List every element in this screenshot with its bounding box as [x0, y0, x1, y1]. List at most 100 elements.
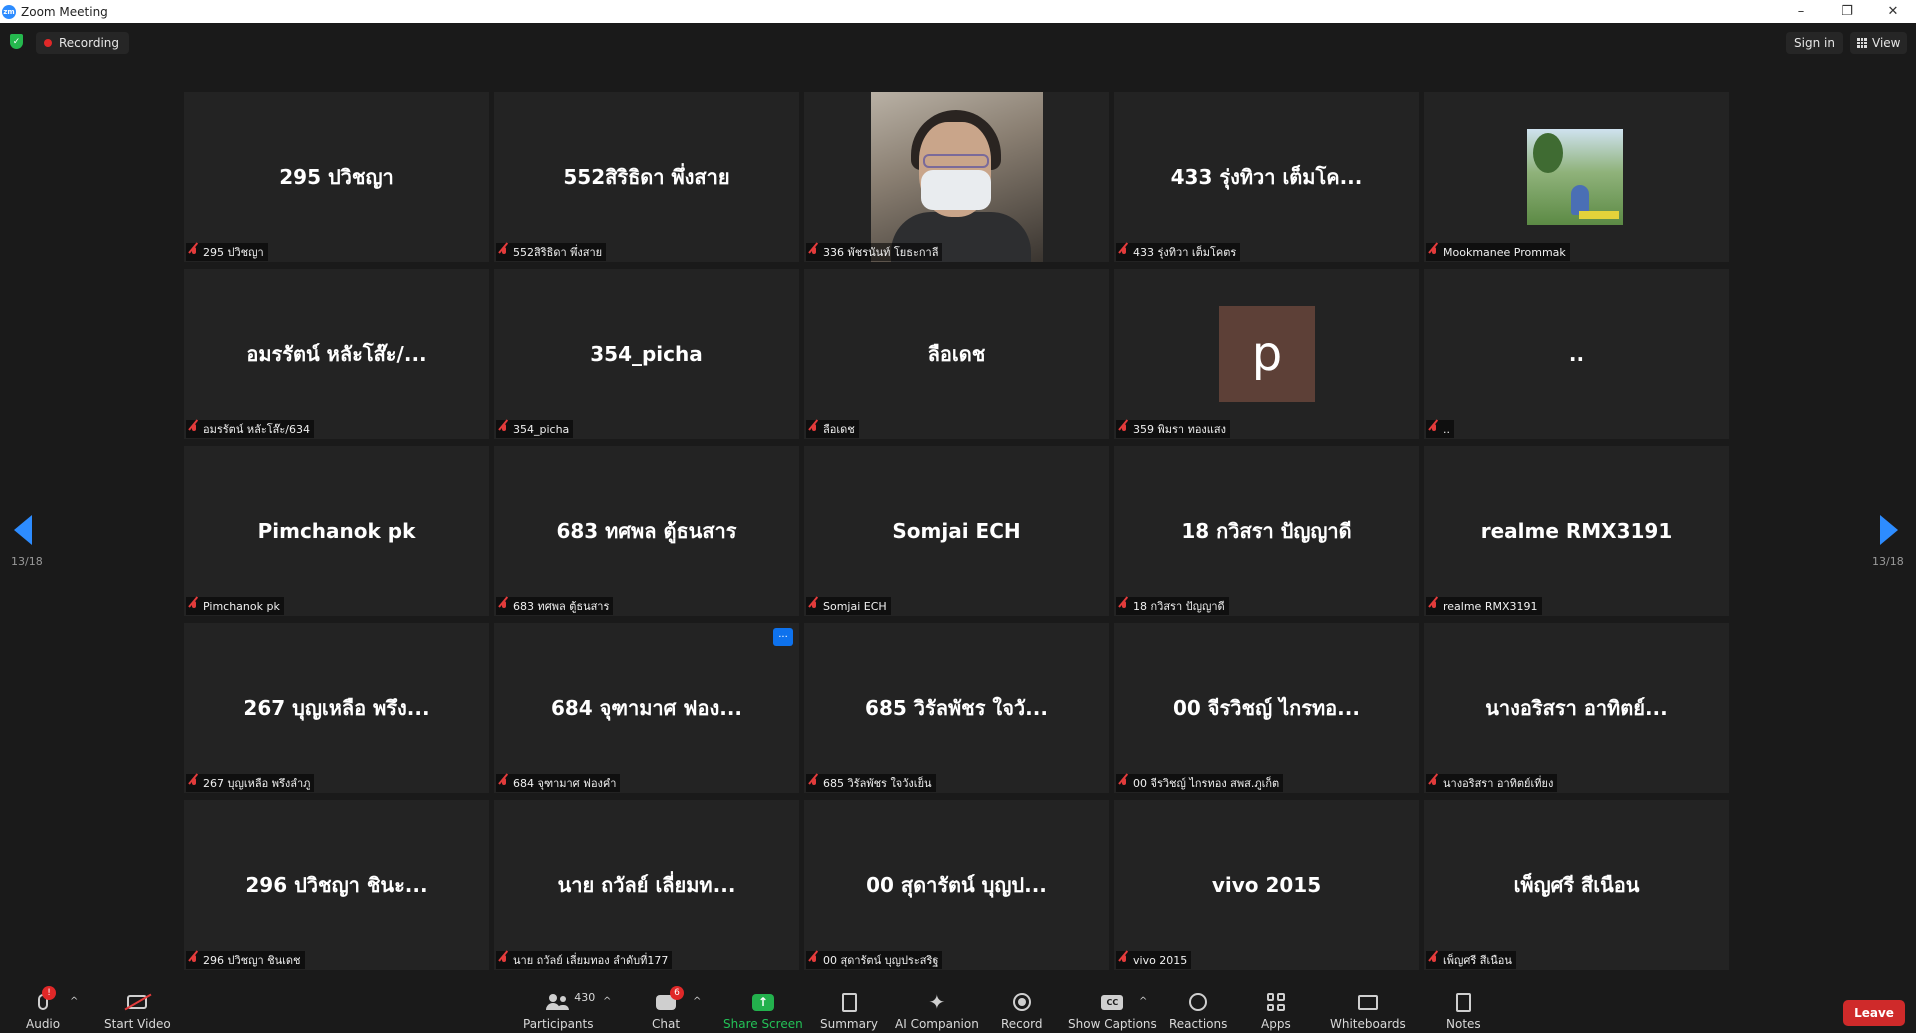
notes-button[interactable]: Notes	[1446, 990, 1481, 1033]
participant-tile[interactable]: อมรรัตน์ หลัะโส๊ะ/... อมรรัตน์ หลัะโส๊ะ/…	[184, 269, 489, 439]
participant-tile[interactable]: 00 จีรวิชญ์ ไกรทอ... 00 จีรวิชญ์ ไกรทอง …	[1114, 623, 1419, 793]
reactions-label: Reactions	[1169, 1017, 1228, 1031]
participant-tile[interactable]: 18 กวิสรา ปัญญาดี 18 กวิสรา ปัญญาดี	[1114, 446, 1419, 616]
participant-label-text: นางอริสรา อาทิตย์เที่ยง	[1443, 777, 1554, 790]
participant-tile[interactable]: 683 ทศพล ตู้ธนสาร 683 ทศพล ตู้ธนสาร	[494, 446, 799, 616]
participant-name-display: ลือเดช	[927, 342, 986, 366]
participant-tile[interactable]: 00 สุดารัตน์ บุญป... 00 สุดารัตน์ บุญประ…	[804, 800, 1109, 970]
share-icon-wrap: ↑	[751, 990, 774, 1014]
apps-grid-icon	[1266, 993, 1285, 1011]
participant-label-text: 296 ปวิชญา ชินเดช	[203, 954, 301, 967]
chat-button[interactable]: 6 Chat	[652, 986, 685, 1033]
participant-tile[interactable]: Mookmanee Prommak	[1424, 92, 1729, 262]
gallery-view: 295 ปวิชญา 295 ปวิชญา 552สิริธิดา พึ่งสา…	[184, 92, 1729, 970]
participant-label-text: 295 ปวิชญา	[203, 246, 264, 259]
participant-tile[interactable]: 552สิริธิดา พึ่งสาย 552สิริธิดา พึ่งสาย	[494, 92, 799, 262]
video-icon-wrap	[127, 990, 148, 1014]
more-options-button[interactable]: ···	[773, 628, 793, 646]
participant-name-display: 684 จุฑามาศ ฟอง...	[550, 696, 743, 720]
participant-tile[interactable]: เพ็ญศรี สีเนือน เพ็ญศรี สีเนือน	[1424, 800, 1729, 970]
participant-tile[interactable]: .. ..	[1424, 269, 1729, 439]
apps-icon-wrap	[1266, 990, 1285, 1014]
whiteboards-button[interactable]: Whiteboards	[1330, 990, 1406, 1033]
participant-tile[interactable]: 295 ปวิชญา 295 ปวิชญา	[184, 92, 489, 262]
reactions-button[interactable]: Reactions	[1169, 990, 1227, 1033]
ai-companion-button[interactable]: ✦ AI Companion	[895, 990, 979, 1033]
ai-sparkle-icon: ✦	[928, 990, 946, 1014]
participant-label-text: 354_picha	[513, 422, 570, 436]
participant-tile[interactable]: 354_picha 354_picha	[494, 269, 799, 439]
participant-name-display: realme RMX3191	[1480, 519, 1673, 543]
participant-label: 267 บุญเหลือ พรึงลำภู	[186, 774, 315, 792]
audio-button[interactable]: ! Audio	[26, 986, 60, 1033]
share-screen-button[interactable]: ↑ Share Screen	[723, 990, 803, 1033]
captions-icon-wrap: CC	[1101, 990, 1124, 1014]
participant-name-display: Somjai ECH	[892, 519, 1021, 543]
participant-tile[interactable]: p 359 พิมรา ทองแสง	[1114, 269, 1419, 439]
participant-tile[interactable]: นางอริสรา อาทิตย์... นางอริสรา อาทิตย์เท…	[1424, 623, 1729, 793]
zoom-app-icon: zm	[2, 4, 16, 19]
participant-tile[interactable]: ลือเดช ลือเดช	[804, 269, 1109, 439]
next-page-arrow-icon[interactable]	[1880, 515, 1898, 545]
participants-options-chevron-icon[interactable]: ^	[603, 996, 611, 1007]
participant-label-text: Mookmanee Prommak	[1443, 245, 1566, 259]
participant-tile[interactable]: นาย ถวัลย์ เลี่ยมท... นาย ถวัลย์ เลี่ยมท…	[494, 800, 799, 970]
participant-profile-photo	[1527, 129, 1623, 225]
participant-tile[interactable]: 296 ปวิชญา ชินะ... 296 ปวิชญา ชินเดช	[184, 800, 489, 970]
audio-options-chevron-icon[interactable]: ^	[70, 996, 78, 1007]
participant-tile[interactable]: Pimchanok pk Pimchanok pk	[184, 446, 489, 616]
captions-options-chevron-icon[interactable]: ^	[1139, 996, 1147, 1007]
previous-page-arrow-icon[interactable]	[14, 515, 32, 545]
muted-mic-icon	[1429, 246, 1439, 259]
whiteboard-icon	[1357, 994, 1378, 1010]
record-button[interactable]: Record	[1001, 990, 1042, 1033]
participant-tile[interactable]: realme RMX3191 realme RMX3191	[1424, 446, 1729, 616]
participant-name-display: นาย ถวัลย์ เลี่ยมท...	[557, 873, 736, 897]
muted-mic-icon	[1119, 777, 1129, 790]
restore-button[interactable]: ❐	[1824, 0, 1870, 23]
participant-label: 354_picha	[496, 420, 574, 438]
participant-label-text: Pimchanok pk	[203, 599, 280, 613]
participant-label: ..	[1426, 420, 1454, 438]
participant-tile-video[interactable]: 336 พัชรนันท์ โยธะกาลี	[804, 92, 1109, 262]
recording-indicator[interactable]: Recording	[36, 32, 130, 54]
encryption-shield-icon[interactable]: ✓	[10, 34, 23, 49]
record-icon	[1012, 993, 1031, 1011]
participants-button[interactable]: 430 Participants	[523, 990, 595, 1033]
participant-tile[interactable]: vivo 2015 vivo 2015	[1114, 800, 1419, 970]
view-button[interactable]: View	[1850, 32, 1908, 54]
start-video-button[interactable]: Start Video	[104, 990, 171, 1033]
leave-button[interactable]: Leave	[1843, 1000, 1905, 1026]
close-button[interactable]: ✕	[1870, 0, 1916, 23]
participant-label-text: 267 บุญเหลือ พรึงลำภู	[203, 777, 311, 790]
participant-tile[interactable]: 433 รุ่งทิวา เต็มโค... 433 รุ่งทิวา เต็ม…	[1114, 92, 1419, 262]
participant-tile[interactable]: 685 วิรัลพัชร ใจวั... 685 วิรัลพัชร ใจวั…	[804, 623, 1109, 793]
window-title: Zoom Meeting	[21, 4, 108, 19]
participant-tile[interactable]: Somjai ECH Somjai ECH	[804, 446, 1109, 616]
participant-label: 683 ทศพล ตู้ธนสาร	[496, 597, 614, 615]
recording-label: Recording	[59, 36, 120, 50]
participant-tile[interactable]: 267 บุญเหลือ พรึง... 267 บุญเหลือ พรึงลำ…	[184, 623, 489, 793]
participant-label: 00 สุดารัตน์ บุญประสริฐ	[806, 951, 943, 969]
grid-view-icon	[1857, 38, 1867, 48]
participant-name-display: 267 บุญเหลือ พรึง...	[243, 696, 430, 720]
participant-tile[interactable]: 684 จุฑามาศ ฟอง... ··· 684 จุฑามาศ ฟองคำ	[494, 623, 799, 793]
ai-icon-wrap: ✦	[929, 990, 946, 1014]
muted-mic-icon	[1429, 600, 1439, 613]
ai-companion-label: AI Companion	[895, 1017, 979, 1031]
notes-icon-wrap	[1455, 990, 1471, 1014]
participant-video-mask	[921, 170, 991, 210]
apps-button[interactable]: Apps	[1261, 990, 1291, 1033]
participant-label-text: ลือเดช	[823, 423, 855, 436]
participant-label-text: Somjai ECH	[823, 599, 887, 613]
video-off-icon	[127, 995, 148, 1009]
record-label: Record	[1001, 1017, 1043, 1031]
participant-label: Somjai ECH	[806, 597, 891, 615]
page-indicator-right: 13/18	[1872, 555, 1904, 568]
muted-mic-icon	[1119, 246, 1129, 259]
chat-options-chevron-icon[interactable]: ^	[693, 996, 701, 1007]
minimize-button[interactable]: –	[1778, 0, 1824, 23]
summary-button[interactable]: Summary	[820, 990, 878, 1033]
muted-mic-icon	[189, 423, 199, 436]
sign-in-button[interactable]: Sign in	[1786, 32, 1843, 54]
